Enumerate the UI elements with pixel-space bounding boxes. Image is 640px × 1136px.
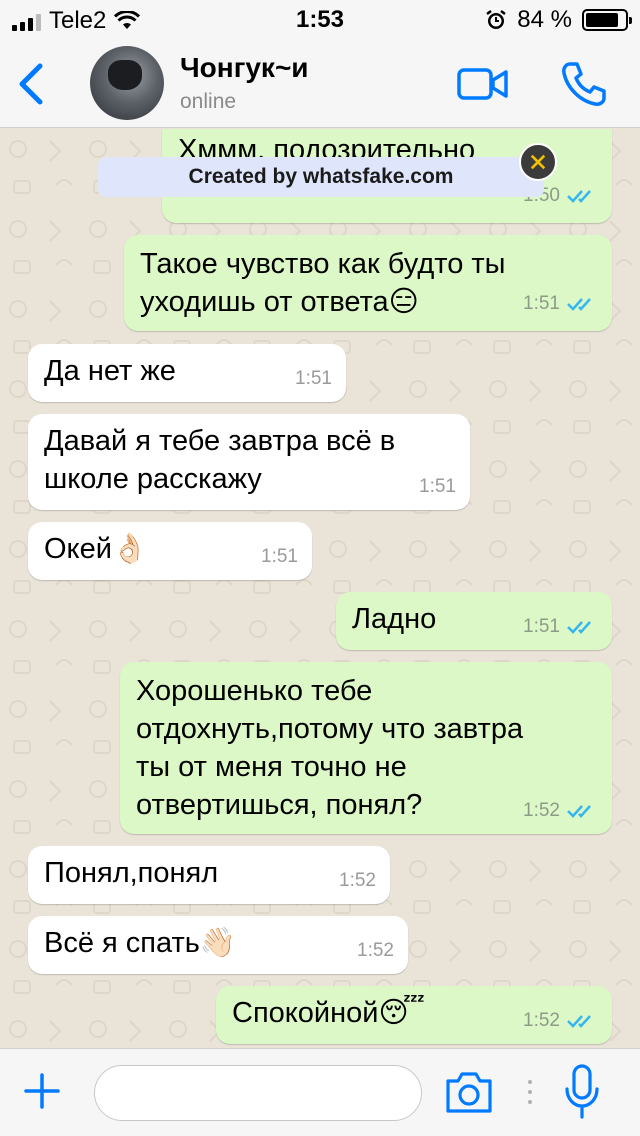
phone-call-icon[interactable]	[560, 60, 608, 108]
message-text: Ладно	[352, 603, 437, 635]
message-meta: 1:51	[523, 608, 598, 646]
battery-percent: 84 %	[517, 6, 572, 33]
message-meta: 1:51	[295, 360, 332, 398]
message-text: Давай я тебе завтра всё в школе расскажу	[44, 425, 396, 495]
read-ticks-icon	[567, 1015, 591, 1028]
divider-dots-icon	[528, 1080, 532, 1104]
message-meta: 1:52	[523, 1002, 598, 1040]
message-incoming[interactable]: Понял,понял 1:52	[28, 846, 390, 904]
contact-status: online	[180, 90, 237, 113]
read-ticks-icon	[567, 805, 591, 818]
composer-bar	[0, 1048, 640, 1136]
message-outgoing[interactable]: Спокойной😴 1:52	[216, 986, 612, 1044]
message-meta: 1:51	[261, 538, 298, 576]
message-input[interactable]	[94, 1065, 422, 1121]
message-text: Спокойной😴	[232, 997, 425, 1029]
message-list[interactable]: Хммм, подозрительно 1:50 Created by what…	[0, 129, 640, 1048]
battery-group: 84 %	[485, 6, 632, 34]
contact-avatar[interactable]	[90, 46, 164, 120]
chat-header: Чонгук~и online	[0, 40, 640, 128]
camera-icon[interactable]	[444, 1069, 494, 1115]
video-call-icon[interactable]	[456, 64, 510, 104]
attach-plus-icon[interactable]	[22, 1071, 62, 1111]
message-outgoing[interactable]: Такое чувство как будто ты уходишь от от…	[124, 235, 612, 331]
message-incoming[interactable]: Всё я спать👋🏻 1:52	[28, 916, 408, 974]
status-bar: Tele2 1:53 84 %	[0, 0, 640, 40]
message-text: Хорошенько тебе отдохнуть,потому что зав…	[136, 675, 524, 821]
message-time: 1:51	[523, 293, 560, 314]
back-chevron-icon[interactable]	[14, 60, 50, 108]
message-outgoing[interactable]: Ладно 1:51	[336, 592, 612, 650]
message-outgoing[interactable]: Хорошенько тебе отдохнуть,потому что зав…	[120, 662, 612, 834]
contact-name[interactable]: Чонгук~и	[180, 52, 309, 84]
message-text: Такое чувство как будто ты уходишь от от…	[140, 248, 506, 318]
microphone-icon[interactable]	[562, 1063, 602, 1121]
alarm-icon	[486, 10, 507, 29]
message-text: Всё я спать👋🏻	[44, 927, 236, 959]
message-text: Да нет же	[44, 355, 176, 387]
read-ticks-icon	[567, 621, 591, 634]
message-time: 1:51	[261, 546, 298, 567]
message-meta: 1:52	[523, 792, 598, 830]
message-incoming[interactable]: Окей👌🏻 1:51	[28, 522, 312, 580]
message-time: 1:52	[523, 1010, 560, 1031]
message-meta: 1:52	[357, 932, 394, 970]
read-ticks-icon	[567, 298, 591, 311]
message-time: 1:51	[295, 368, 332, 389]
close-icon[interactable]	[519, 143, 557, 181]
message-text: Понял,понял	[44, 857, 219, 889]
battery-icon	[582, 9, 632, 31]
watermark-banner: Created by whatsfake.com	[98, 157, 544, 197]
message-incoming[interactable]: Да нет же 1:51	[28, 344, 346, 402]
message-meta: 1:51	[523, 285, 598, 323]
message-time: 1:52	[357, 940, 394, 961]
message-time: 1:51	[419, 476, 456, 497]
read-ticks-icon	[567, 190, 591, 203]
message-incoming[interactable]: Давай я тебе завтра всё в школе расскажу…	[28, 414, 470, 510]
message-text: Окей👌🏻	[44, 533, 149, 565]
message-time: 1:51	[523, 616, 560, 637]
message-time: 1:52	[339, 870, 376, 891]
message-meta: 1:52	[339, 862, 376, 900]
message-time: 1:52	[523, 800, 560, 821]
message-meta: 1:51	[419, 468, 456, 506]
